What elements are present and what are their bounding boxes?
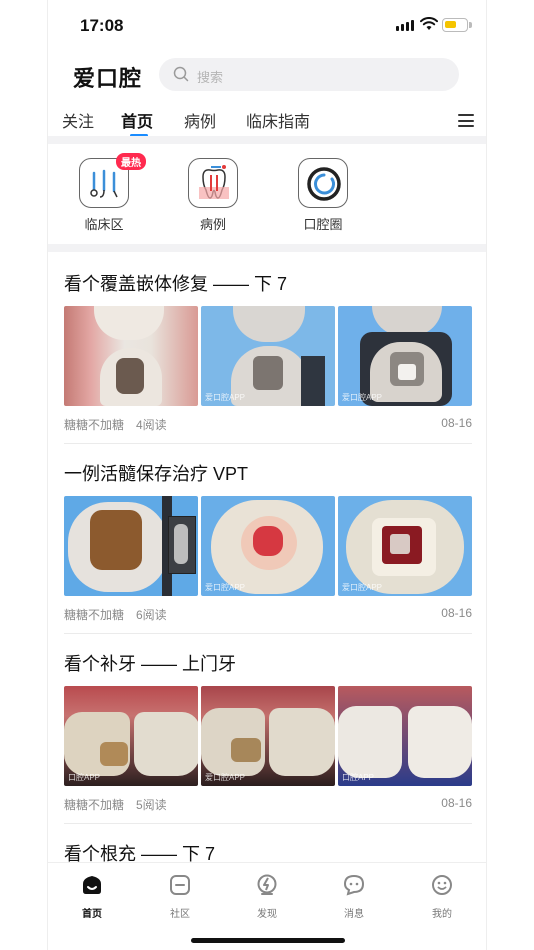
watermark: 爱口腔APP — [342, 583, 383, 592]
article-image: 爱口腔APP — [201, 686, 335, 786]
article-thumbnails: 爱口腔APP 爱口腔APP — [64, 496, 472, 596]
article-meta: 糖糖不加糖 6阅读 08-16 — [64, 606, 472, 622]
home-icon — [83, 876, 101, 894]
circle-icon — [307, 167, 341, 201]
entry-mouth-circle[interactable]: 口腔圈 — [293, 158, 353, 233]
community-icon — [170, 875, 190, 895]
section-divider — [48, 136, 486, 144]
read-count: 5阅读 — [136, 798, 167, 812]
tab-clinical-guide[interactable]: 临床指南 — [246, 108, 310, 132]
tooth-icon — [199, 165, 229, 199]
article-thumbnails: 口腔APP 爱口腔APP 口腔APP — [64, 686, 472, 786]
watermark: 爱口腔APP — [342, 393, 383, 402]
entry-label: 临床区 — [84, 217, 124, 232]
article-meta: 糖糖不加糖 5阅读 08-16 — [64, 796, 472, 812]
top-tabs: 关注 首页 病例 临床指南 — [48, 104, 486, 137]
nav-community[interactable]: 社区 — [150, 873, 210, 920]
nav-label: 社区 — [170, 909, 190, 920]
message-icon — [343, 874, 365, 896]
watermark: 爱口腔APP — [205, 773, 246, 782]
list-divider — [64, 633, 472, 634]
article-image: 口腔APP — [64, 686, 198, 786]
article-thumbnails: 爱口腔APP 爱口腔APP — [64, 306, 472, 406]
nav-messages[interactable]: 消息 — [324, 873, 384, 920]
author-name: 糖糖不加糖 — [64, 418, 125, 432]
read-count: 6阅读 — [136, 608, 167, 622]
section-divider — [48, 244, 486, 252]
nav-label: 首页 — [82, 909, 102, 920]
wifi-icon — [420, 17, 438, 30]
nav-home[interactable]: 首页 — [62, 873, 122, 920]
read-count: 4阅读 — [136, 418, 167, 432]
search-icon — [173, 66, 189, 82]
app-logo: 爱口腔 — [73, 66, 143, 91]
tab-cases[interactable]: 病例 — [184, 108, 216, 132]
nav-label: 我的 — [432, 909, 452, 920]
hot-badge: 最热 — [116, 153, 146, 170]
menu-icon[interactable] — [458, 114, 474, 131]
publish-date: 08-16 — [441, 796, 472, 810]
article-card[interactable]: 一例活髓保存治疗 VPT 爱口腔APP 爱口腔APP 糖糖不加糖 6阅读 08-… — [64, 460, 472, 622]
tab-home[interactable]: 首页 — [121, 108, 153, 132]
status-time: 17:08 — [80, 16, 124, 35]
list-divider — [64, 443, 472, 444]
entry-label: 病例 — [199, 217, 226, 232]
article-image: 爱口腔APP — [201, 496, 335, 596]
search-placeholder: 搜索 — [197, 70, 224, 85]
article-card[interactable]: 看个补牙 —— 上门牙 口腔APP 爱口腔APP 口腔APP 糖糖不加糖 5阅读… — [64, 650, 472, 812]
article-image — [64, 496, 198, 596]
home-indicator — [191, 938, 345, 943]
article-title: 看个覆盖嵌体修复 —— 下 7 — [64, 274, 288, 294]
publish-date: 08-16 — [441, 606, 472, 620]
article-image: 爱口腔APP — [338, 306, 472, 406]
article-image: 口腔APP — [338, 686, 472, 786]
article-image: 爱口腔APP — [201, 306, 335, 406]
article-title: 一例活髓保存治疗 VPT — [64, 464, 249, 484]
tab-follow[interactable]: 关注 — [62, 108, 94, 132]
watermark: 爱口腔APP — [205, 393, 246, 402]
nav-profile[interactable]: 我的 — [412, 873, 472, 920]
battery-icon — [442, 18, 472, 32]
search-input[interactable]: 搜索 — [159, 58, 459, 91]
entry-cases[interactable]: 病例 — [183, 158, 243, 233]
list-divider — [64, 823, 472, 824]
entry-clinical-zone[interactable]: 最热 临床区 — [74, 153, 146, 233]
article-card[interactable]: 看个覆盖嵌体修复 —— 下 7 爱口腔APP 爱口腔APP 糖糖不加糖 4阅读 … — [64, 270, 472, 432]
article-title: 看个补牙 —— 上门牙 — [64, 654, 237, 674]
watermark: 口腔APP — [342, 773, 375, 782]
bottom-nav: 首页 社区 发现 消息 我的 — [48, 862, 486, 950]
profile-icon — [432, 875, 452, 895]
app-frame: 17:08 爱口腔 搜索 关注 首页 病例 临床指南 最热 临床区 病例 口腔圈… — [47, 0, 487, 950]
entry-label: 口腔圈 — [303, 217, 343, 232]
nav-discover[interactable]: 发现 — [237, 873, 297, 920]
nav-label: 发现 — [257, 909, 277, 920]
nav-label: 消息 — [344, 909, 364, 920]
watermark: 爱口腔APP — [205, 583, 246, 592]
publish-date: 08-16 — [441, 416, 472, 430]
cellular-signal-icon — [396, 20, 414, 31]
author-name: 糖糖不加糖 — [64, 608, 125, 622]
article-meta: 糖糖不加糖 4阅读 08-16 — [64, 416, 472, 432]
watermark: 口腔APP — [68, 773, 101, 782]
article-image — [64, 306, 198, 406]
status-bar: 17:08 — [48, 0, 486, 50]
article-image: 爱口腔APP — [338, 496, 472, 596]
discover-icon — [257, 874, 277, 895]
author-name: 糖糖不加糖 — [64, 798, 125, 812]
